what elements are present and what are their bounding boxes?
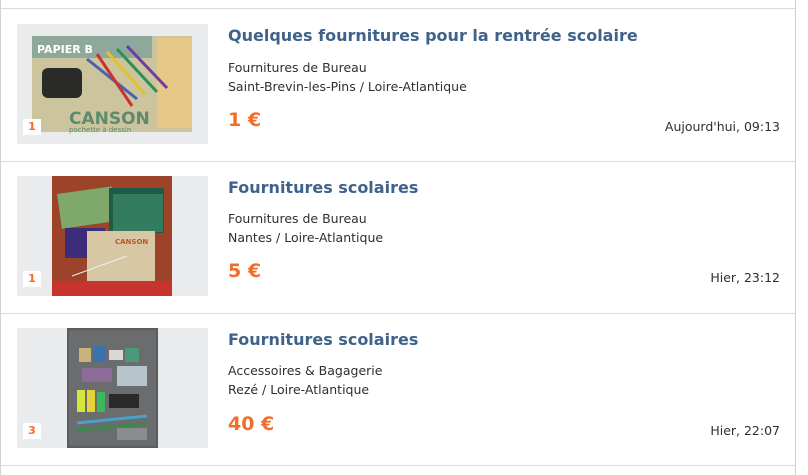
listing-item-2[interactable]: CANSON 1 Fournitures scolaires Fournitur… (1, 161, 795, 314)
listing-location: Saint-Brevin-les-Pins / Loire-Atlantique (228, 79, 467, 94)
svg-text:PAPIER B: PAPIER B (37, 43, 93, 56)
listing-title[interactable]: Fournitures scolaires (228, 178, 418, 197)
school-supplies-photo: PAPIER B CANSON pochette à dessin (32, 36, 192, 134)
listing-location: Rezé / Loire-Atlantique (228, 382, 370, 397)
listing-thumbnail[interactable]: PAPIER B CANSON pochette à dessin 1 (17, 24, 208, 144)
listing-category: Fournitures de Bureau (228, 211, 367, 226)
listing-item-1[interactable]: PAPIER B CANSON pochette à dessin 1 Quel… (1, 9, 795, 162)
listing-price: 40 € (228, 413, 275, 435)
school-supplies-photo: CANSON (52, 176, 172, 296)
listing-location: Nantes / Loire-Atlantique (228, 230, 384, 245)
listing-title[interactable]: Quelques fournitures pour la rentrée sco… (228, 26, 638, 45)
svg-text:CANSON: CANSON (115, 238, 148, 246)
listing-date: Hier, 23:12 (710, 270, 780, 285)
listing-category: Accessoires & Bagagerie (228, 363, 383, 378)
photo-count-badge: 1 (23, 119, 41, 135)
listing-item-3[interactable]: 3 Fournitures scolaires Accessoires & Ba… (1, 313, 795, 466)
svg-text:pochette à dessin: pochette à dessin (69, 126, 131, 134)
school-supplies-photo (67, 328, 158, 448)
listing-title[interactable]: Fournitures scolaires (228, 330, 418, 349)
listing-date: Aujourd'hui, 09:13 (664, 119, 780, 134)
photo-count-badge: 1 (23, 271, 41, 287)
photo-count-badge: 3 (23, 423, 41, 439)
listing-price: 5 € (228, 260, 262, 282)
listing-date: Hier, 22:07 (710, 423, 780, 438)
listing-thumbnail[interactable]: 3 (17, 328, 208, 448)
listing-price: 1 € (228, 109, 262, 131)
listing-thumbnail[interactable]: CANSON 1 (17, 176, 208, 296)
listing-category: Fournitures de Bureau (228, 60, 367, 75)
listing-list: PAPIER B CANSON pochette à dessin 1 Quel… (0, 0, 796, 475)
